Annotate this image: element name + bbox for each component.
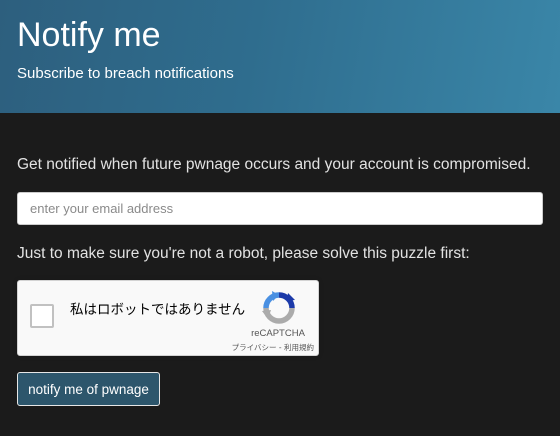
recaptcha-brand-text: reCAPTCHA xyxy=(251,328,305,339)
page-header: Notify me Subscribe to breach notificati… xyxy=(0,0,560,113)
terms-link[interactable]: 利用規約 xyxy=(284,343,314,352)
intro-text: Get notified when future pwnage occurs a… xyxy=(17,156,531,173)
email-field[interactable] xyxy=(17,192,543,225)
recaptcha-widget: 私はロボットではありません reCAPTCHA プライバシー - 利用規約 xyxy=(17,280,319,356)
recaptcha-checkbox[interactable] xyxy=(30,304,54,328)
notify-me-button[interactable]: notify me of pwnage xyxy=(17,372,160,406)
links-separator: - xyxy=(276,343,284,352)
robot-check-text: Just to make sure you're not a robot, pl… xyxy=(17,245,470,262)
recaptcha-links: プライバシー - 利用規約 xyxy=(214,342,314,353)
page-subtitle: Subscribe to breach notifications xyxy=(17,65,234,82)
recaptcha-logo-icon xyxy=(262,291,295,324)
recaptcha-checkbox-label[interactable]: 私はロボットではありません xyxy=(70,302,250,319)
page-title: Notify me xyxy=(17,16,161,54)
privacy-link[interactable]: プライバシー xyxy=(232,343,277,352)
